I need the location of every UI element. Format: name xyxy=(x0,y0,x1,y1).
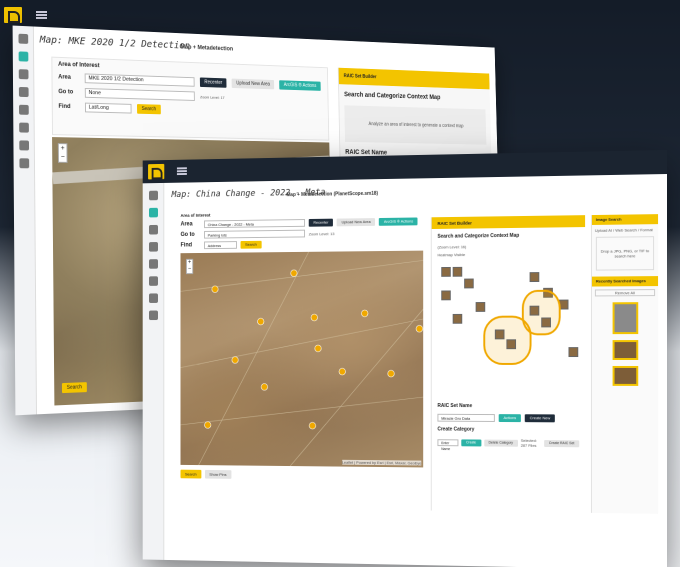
raic-panel: RAIC Set Builder Search and Categorize C… xyxy=(430,215,586,513)
compass-icon[interactable] xyxy=(18,140,29,151)
create-category-button[interactable]: Create xyxy=(461,438,481,446)
app-logo xyxy=(4,7,22,23)
category-name-input[interactable]: Enter Name xyxy=(437,438,459,451)
goto-label: Go to xyxy=(180,232,195,238)
zoom-control[interactable]: + − xyxy=(57,143,68,163)
bottom-search-button[interactable]: Search xyxy=(180,469,202,479)
create-category-label: Create Category xyxy=(437,426,475,433)
goto-select[interactable]: None xyxy=(84,88,195,101)
globe-icon[interactable] xyxy=(148,276,158,286)
find-select[interactable]: Lat/Long xyxy=(84,102,132,114)
menu-icon[interactable] xyxy=(176,167,187,176)
page-title: Map: MKE 2020 1/2 Detection xyxy=(39,34,191,52)
area-select[interactable]: MKE 2020 1/2 Detection xyxy=(84,73,195,87)
aoi-title: Area of Interest xyxy=(180,212,211,218)
globe-icon[interactable] xyxy=(18,122,29,133)
context-map-title: Search and Categorize Context Map xyxy=(437,232,520,240)
raic-set-builder-header: RAIC Set Builder xyxy=(338,67,490,90)
tag-icon[interactable] xyxy=(18,86,29,98)
map-footer: Search Show Pins xyxy=(180,467,424,483)
remove-all-button[interactable]: Remove All xyxy=(594,289,656,297)
actions-button[interactable]: Actions xyxy=(498,414,522,423)
selected-count: Selected: 287 Files xyxy=(520,437,537,448)
tag-icon[interactable] xyxy=(148,242,158,252)
satellite-map[interactable]: + − Leaflet | Powered by Esri | Esri, Max… xyxy=(180,250,424,468)
app-logo xyxy=(148,163,165,180)
find-label: Find xyxy=(58,103,71,111)
home-icon[interactable] xyxy=(148,190,158,201)
map-overlay xyxy=(181,251,424,468)
raic-set-name-label: RAIC Set Name xyxy=(437,403,473,410)
recenter-button[interactable]: Recenter xyxy=(308,218,334,227)
heatmap-toggle[interactable]: Heatmap Visible xyxy=(437,251,579,257)
recent-image-thumb[interactable] xyxy=(612,302,638,335)
compass-icon[interactable] xyxy=(148,293,158,303)
area-select[interactable]: China Change - 2022 - Meta xyxy=(204,219,306,229)
context-heatmap[interactable] xyxy=(437,259,580,399)
page-subtitle: Map + Metadetection (PlanetScope.sm18) xyxy=(286,190,379,199)
context-map-title: Search and Categorize Context Map xyxy=(344,91,441,101)
upload-area-button[interactable]: Upload New Area xyxy=(336,218,376,227)
folder-icon[interactable] xyxy=(148,259,158,269)
image-icon[interactable] xyxy=(18,69,29,80)
recent-images-header: Recently Searched Images xyxy=(591,276,659,287)
image-drop-zone[interactable]: Drop a JPG, PNG, or TIF to search here xyxy=(595,236,655,271)
context-map-message: Analyze an area of interest to generate … xyxy=(344,105,487,145)
arcgis-actions-button[interactable]: ArcGIS ® Actions xyxy=(379,217,418,226)
sidebar xyxy=(12,25,37,416)
menu-icon[interactable] xyxy=(36,11,47,19)
map-attribution: Leaflet | Powered by Esri | Esri, Maxar,… xyxy=(341,459,422,466)
search-mode-options[interactable]: Upload AI / Web Search / Format xyxy=(595,227,655,233)
arcgis-actions-button[interactable]: ArcGIS ® Actions xyxy=(279,80,321,91)
folder-icon[interactable] xyxy=(18,104,29,115)
info-icon[interactable] xyxy=(148,310,158,321)
create-raic-set-button[interactable]: Create RAIC Set xyxy=(544,439,580,447)
raic-set-select[interactable]: Miracle Gro Data xyxy=(437,413,495,422)
delete-category-button[interactable]: Delete Category xyxy=(483,439,518,447)
info-icon[interactable] xyxy=(18,158,29,169)
zoom-control[interactable]: + − xyxy=(185,258,194,275)
goto-label: Go to xyxy=(58,89,74,96)
bottom-search-button[interactable]: Search xyxy=(61,382,87,394)
area-label: Area xyxy=(58,74,71,81)
map-icon[interactable] xyxy=(148,207,158,218)
front-window: Map: China Change - 2022 - Meta Map + Me… xyxy=(142,150,667,567)
home-icon[interactable] xyxy=(17,33,28,44)
image-search-panel: Image Search Upload AI / Web Search / Fo… xyxy=(590,214,659,514)
show-pins-button[interactable]: Show Pins xyxy=(204,469,232,479)
context-zoom-level: (Zoom Level: 16) xyxy=(437,244,467,250)
area-label: Area xyxy=(180,221,193,228)
area-of-interest-panel: Area of Interest Area MKE 2020 1/2 Detec… xyxy=(51,56,330,141)
raic-set-builder-header: RAIC Set Builder xyxy=(431,215,586,230)
find-select[interactable]: Address xyxy=(204,241,237,250)
map-icon[interactable] xyxy=(18,51,28,62)
recent-image-thumb[interactable] xyxy=(612,340,638,360)
recenter-button[interactable]: Recenter xyxy=(199,77,227,88)
goto-select[interactable]: Parking lots xyxy=(204,229,306,239)
recent-image-thumb[interactable] xyxy=(612,365,638,386)
image-search-header: Image Search xyxy=(591,214,659,225)
find-label: Find xyxy=(180,242,192,249)
upload-area-button[interactable]: Upload New Area xyxy=(231,78,275,90)
sidebar xyxy=(142,182,165,560)
app-topbar xyxy=(0,0,680,30)
search-button[interactable]: Search xyxy=(136,104,161,115)
create-new-button[interactable]: Create New xyxy=(524,414,556,423)
image-icon[interactable] xyxy=(148,224,158,235)
search-button[interactable]: Search xyxy=(240,240,262,249)
zoom-level: Zoom Level: 13 xyxy=(308,230,335,236)
zoom-level: Zoom Level: 17 xyxy=(200,94,225,100)
